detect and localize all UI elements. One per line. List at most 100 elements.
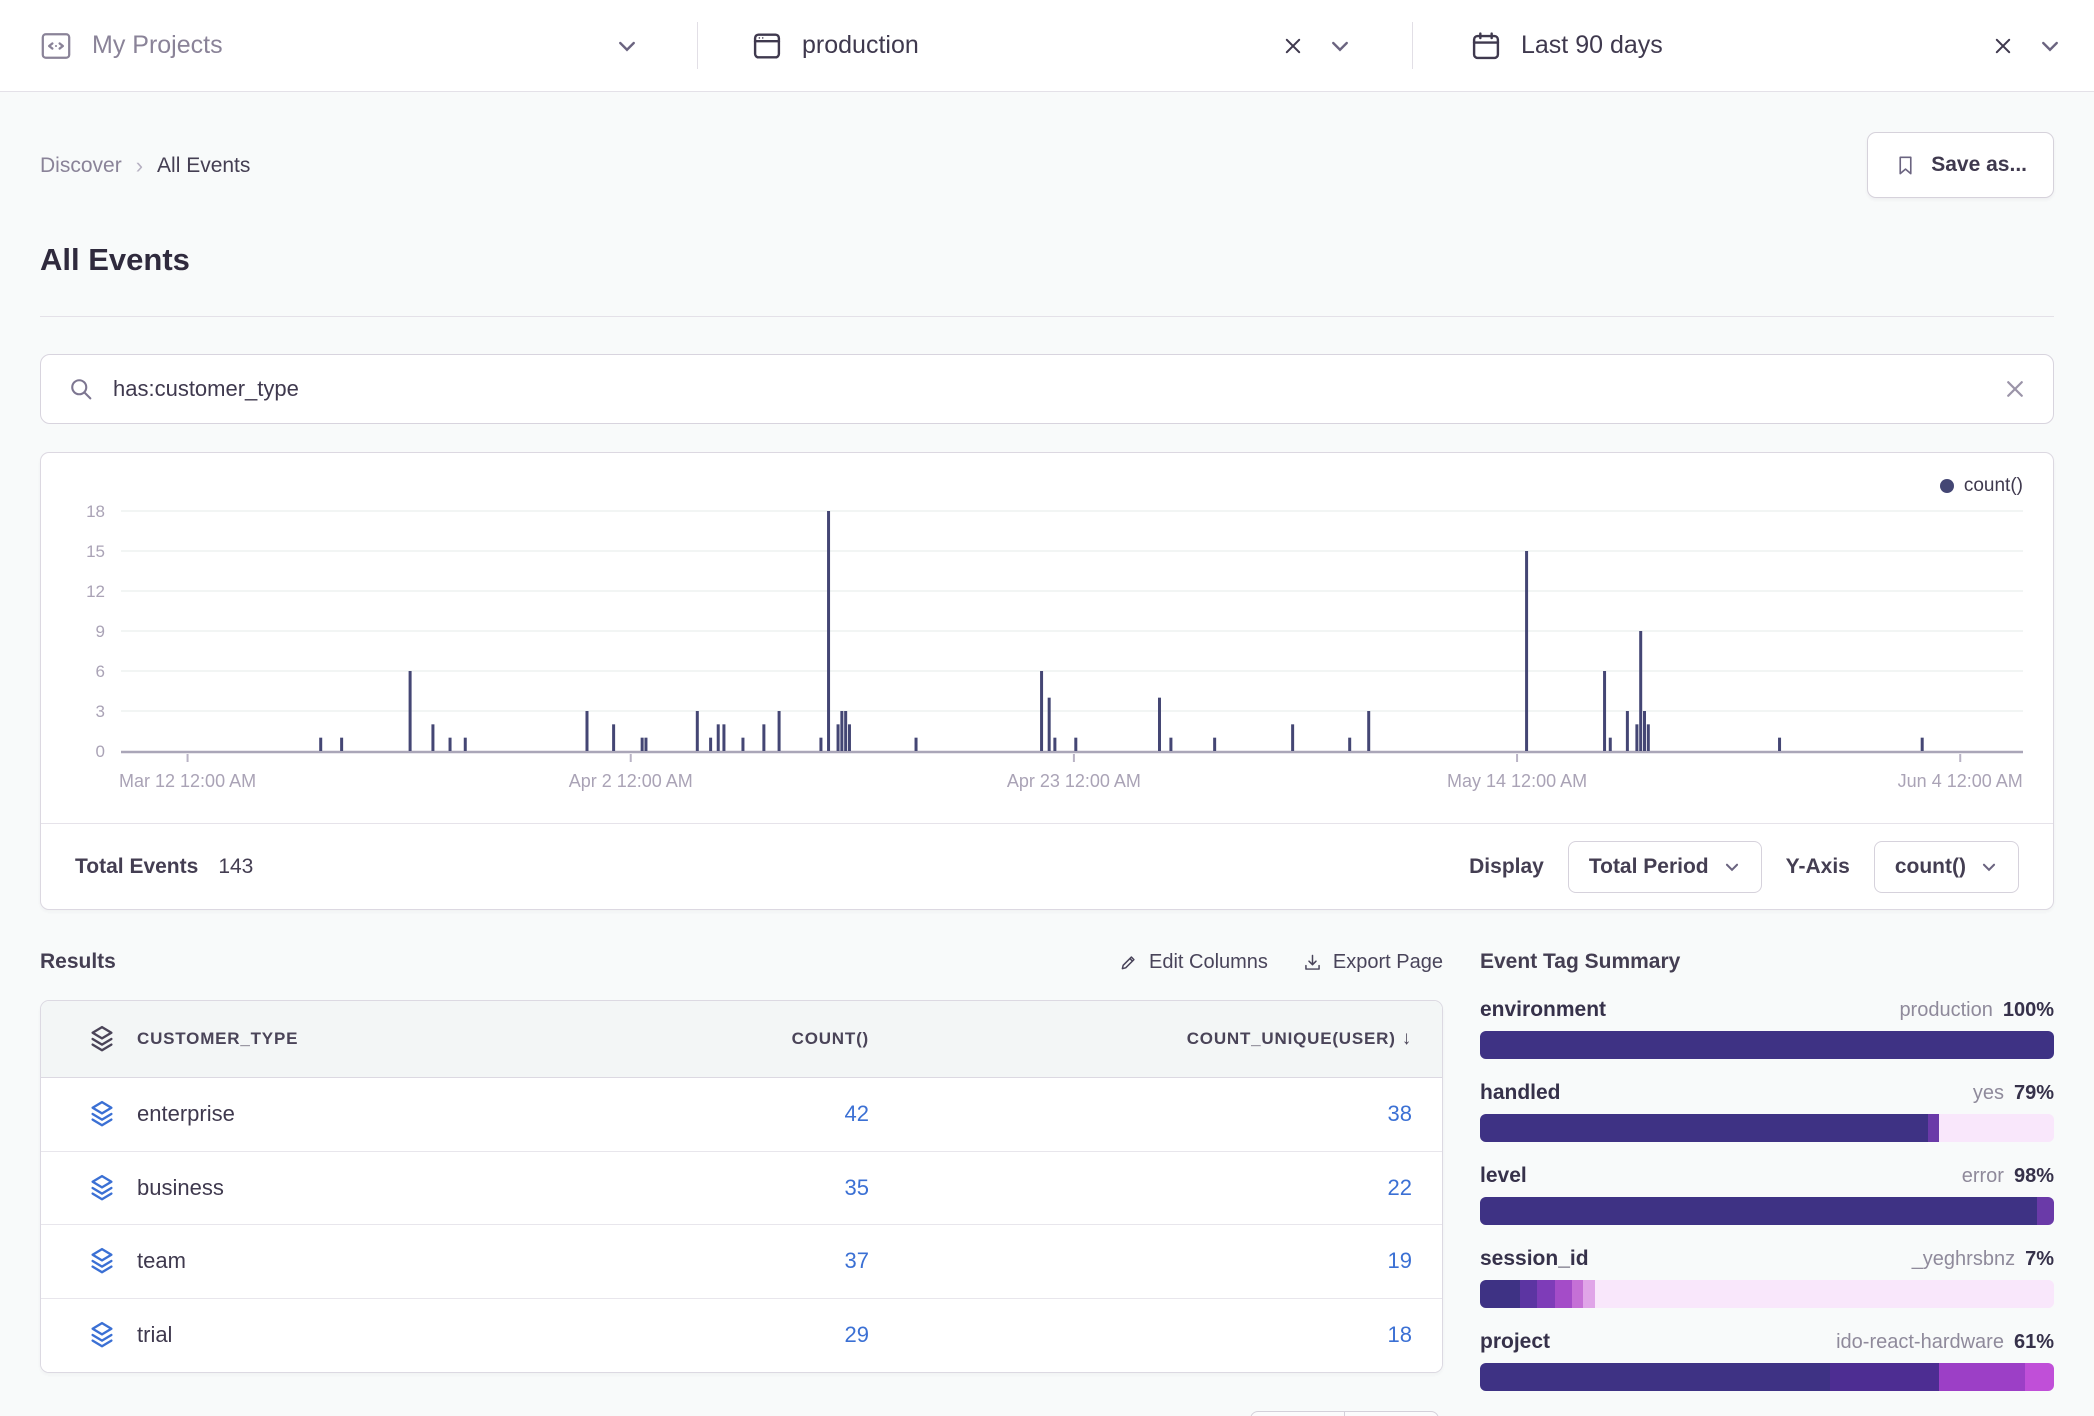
edit-columns-button[interactable]: Edit Columns <box>1118 951 1268 974</box>
search-bar[interactable]: has:customer_type <box>40 354 2054 424</box>
window-icon <box>750 29 784 63</box>
chart-footer: Total Events 143 Display Total Period Y-… <box>41 823 2053 909</box>
tag-bar[interactable] <box>1480 1197 2054 1225</box>
tag-bar[interactable] <box>1480 1280 2054 1308</box>
layers-icon <box>67 1173 137 1203</box>
top-bar: My Projects production Last 9 <box>0 0 2094 92</box>
tag-bar[interactable] <box>1480 1031 2054 1059</box>
export-page-label: Export Page <box>1333 951 1443 974</box>
svg-text:May 14 12:00 AM: May 14 12:00 AM <box>1447 771 1587 791</box>
table-body: enterprise4238business3522team3719trial2… <box>41 1078 1442 1372</box>
chevron-down-icon[interactable] <box>1328 34 1352 58</box>
page-title: All Events <box>40 242 2054 278</box>
chevron-down-icon <box>1723 858 1741 876</box>
tag-bar-segment <box>1480 1031 2054 1059</box>
customer-type-cell: team <box>137 1248 529 1274</box>
results-heading: Results <box>40 950 116 974</box>
save-as-label: Save as... <box>1931 153 2027 177</box>
svg-text:15: 15 <box>86 542 105 561</box>
tag-bar-segment <box>1555 1280 1572 1308</box>
breadcrumb-discover-link[interactable]: Discover <box>40 154 122 178</box>
page-header: Discover › All Events Save as... All Eve… <box>0 92 2094 317</box>
date-range-filter[interactable]: Last 90 days <box>1413 0 2094 91</box>
tag-name: session_id <box>1480 1247 1589 1271</box>
breadcrumb: Discover › All Events <box>40 153 250 179</box>
chevron-down-icon[interactable] <box>615 34 639 58</box>
display-dropdown[interactable]: Total Period <box>1568 841 1762 893</box>
svg-text:0: 0 <box>96 742 105 761</box>
tag-bar-segment <box>1572 1280 1583 1308</box>
breadcrumb-separator-icon: › <box>136 153 143 179</box>
column-header-count[interactable]: COUNT() <box>529 1029 869 1049</box>
count-cell[interactable]: 37 <box>529 1248 869 1274</box>
customer-type-cell: enterprise <box>137 1101 529 1127</box>
table-row[interactable]: enterprise4238 <box>41 1078 1442 1152</box>
customer-type-cell: trial <box>137 1322 529 1348</box>
chart-canvas: 0369121518Mar 12 12:00 AMApr 2 12:00 AMA… <box>41 453 2053 823</box>
svg-text:6: 6 <box>96 662 105 681</box>
svg-text:Mar 12 12:00 AM: Mar 12 12:00 AM <box>119 771 256 791</box>
display-label: Display <box>1469 855 1544 879</box>
calendar-icon <box>1469 29 1503 63</box>
total-events-label: Total Events <box>75 855 198 879</box>
legend-label: count() <box>1964 475 2023 497</box>
tag-name: level <box>1480 1164 1527 1188</box>
tag-percent: 100% <box>2003 999 2054 1022</box>
download-icon <box>1302 952 1323 973</box>
column-header-count-unique-label: COUNT_UNIQUE(USER) <box>1187 1029 1396 1048</box>
tag-bar-segment <box>2037 1197 2054 1225</box>
pagination-prev-button[interactable] <box>1250 1411 1345 1416</box>
clear-daterange-icon[interactable] <box>1992 35 2014 57</box>
table-row[interactable]: business3522 <box>41 1152 1442 1226</box>
tag-row: handledyes79% <box>1480 1081 2054 1142</box>
search-input[interactable]: has:customer_type <box>113 376 2003 402</box>
yaxis-dropdown[interactable]: count() <box>1874 841 2019 893</box>
tag-top-value: production <box>1899 999 1992 1022</box>
events-chart[interactable]: 0369121518Mar 12 12:00 AMApr 2 12:00 AMA… <box>41 453 2053 823</box>
tag-percent: 79% <box>2014 1082 2054 1105</box>
count-cell[interactable]: 29 <box>529 1322 869 1348</box>
tag-name: project <box>1480 1330 1550 1354</box>
tag-percent: 61% <box>2014 1331 2054 1354</box>
layers-icon <box>67 1246 137 1276</box>
count-cell[interactable]: 42 <box>529 1101 869 1127</box>
save-as-button[interactable]: Save as... <box>1867 132 2054 198</box>
chevron-down-icon[interactable] <box>2038 34 2062 58</box>
table-row[interactable]: trial2918 <box>41 1299 1442 1373</box>
tag-top-value: error <box>1962 1165 2004 1188</box>
clear-search-icon[interactable] <box>2003 377 2027 401</box>
count-unique-cell[interactable]: 38 <box>869 1101 1412 1127</box>
count-unique-cell[interactable]: 18 <box>869 1322 1412 1348</box>
tag-bar-segment <box>2025 1363 2054 1391</box>
project-selector[interactable]: My Projects <box>0 0 697 91</box>
layers-icon <box>67 1099 137 1129</box>
export-page-button[interactable]: Export Page <box>1302 951 1443 974</box>
environment-filter[interactable]: production <box>698 0 1412 91</box>
svg-text:3: 3 <box>96 702 105 721</box>
display-dropdown-value: Total Period <box>1589 855 1709 879</box>
tag-bar[interactable] <box>1480 1114 2054 1142</box>
tag-percent: 7% <box>2025 1248 2054 1271</box>
clear-environment-icon[interactable] <box>1282 35 1304 57</box>
count-unique-cell[interactable]: 22 <box>869 1175 1412 1201</box>
bookmark-icon <box>1894 154 1917 177</box>
tag-bar[interactable] <box>1480 1363 2054 1391</box>
tag-bar-segment <box>1595 1280 2054 1308</box>
edit-columns-label: Edit Columns <box>1149 951 1268 974</box>
tag-bar-segment <box>1480 1114 1928 1142</box>
yaxis-dropdown-value: count() <box>1895 855 1966 879</box>
projects-icon <box>38 28 74 64</box>
tag-bar-segment <box>1928 1114 1939 1142</box>
count-cell[interactable]: 35 <box>529 1175 869 1201</box>
date-range-label: Last 90 days <box>1521 31 1663 60</box>
pencil-icon <box>1118 952 1139 973</box>
count-unique-cell[interactable]: 19 <box>869 1248 1412 1274</box>
column-header-count-unique[interactable]: COUNT_UNIQUE(USER)↓ <box>869 1028 1412 1050</box>
tag-summary-list: environmentproduction100%handledyes79%le… <box>1480 998 2054 1391</box>
event-tag-summary-panel: Event Tag Summary environmentproduction1… <box>1480 950 2054 1413</box>
tag-row: projectido-react-hardware61% <box>1480 1330 2054 1391</box>
pagination-next-button[interactable] <box>1344 1411 1439 1416</box>
column-header-customer-type[interactable]: CUSTOMER_TYPE <box>137 1029 529 1049</box>
tag-summary-heading: Event Tag Summary <box>1480 950 2054 974</box>
table-row[interactable]: team3719 <box>41 1225 1442 1299</box>
